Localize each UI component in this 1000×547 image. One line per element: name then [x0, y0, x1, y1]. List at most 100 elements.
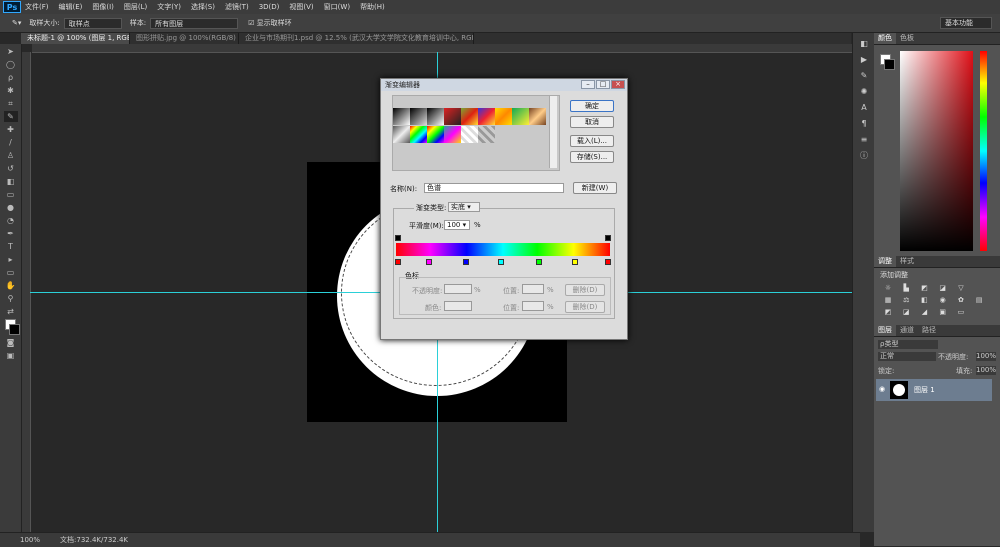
pen-tool-icon[interactable]: ✒: [4, 228, 18, 239]
layer-name[interactable]: 图层 1: [914, 385, 935, 395]
color-stop-red[interactable]: [395, 259, 401, 265]
photo-filter-icon[interactable]: ◉: [938, 296, 948, 304]
preset-fg-bg[interactable]: [393, 108, 410, 125]
quick-select-tool-icon[interactable]: ✱: [4, 85, 18, 96]
menu-window[interactable]: 窗口(W): [324, 2, 350, 12]
gradient-tool-icon[interactable]: ▭: [4, 189, 18, 200]
menu-file[interactable]: 文件(F): [25, 2, 49, 12]
color-lookup-icon[interactable]: ▤: [974, 296, 984, 304]
character-icon[interactable]: A: [858, 103, 870, 113]
curves-icon[interactable]: ◩: [919, 284, 929, 292]
show-ring-checkbox[interactable]: ☑ 显示取样环: [248, 18, 292, 28]
color-stop-red-end[interactable]: [605, 259, 611, 265]
healing-tool-icon[interactable]: ✚: [4, 124, 18, 135]
maximize-icon[interactable]: □: [596, 80, 610, 89]
background-color[interactable]: [8, 324, 20, 335]
color-balance-icon[interactable]: ⚖: [901, 296, 911, 304]
opacity-stop-right[interactable]: [605, 235, 611, 241]
posterize-icon[interactable]: ◪: [901, 308, 911, 316]
dodge-tool-icon[interactable]: ◔: [4, 215, 18, 226]
gradient-type-select[interactable]: 实底 ▾: [448, 202, 480, 212]
close-icon[interactable]: ×: [611, 80, 625, 89]
vibrance-icon[interactable]: ▽: [956, 284, 966, 292]
lasso-tool-icon[interactable]: ρ: [4, 72, 18, 83]
eyedropper-icon[interactable]: ✎▾: [12, 19, 21, 27]
preset-violet-orange[interactable]: [461, 108, 478, 125]
preset-blue-red-yellow[interactable]: [478, 108, 495, 125]
eraser-tool-icon[interactable]: ◧: [4, 176, 18, 187]
history-icon[interactable]: ◧: [858, 39, 870, 49]
preset-yellow-gold[interactable]: [495, 108, 512, 125]
preset-copper[interactable]: [529, 108, 546, 125]
name-input[interactable]: 色谱: [424, 183, 564, 193]
brush-preset-icon[interactable]: ✎: [858, 71, 870, 81]
menu-3d[interactable]: 3D(D): [259, 3, 280, 11]
eyedropper-tool-icon[interactable]: ✎: [3, 111, 18, 122]
brightness-icon[interactable]: ☼: [883, 284, 893, 292]
smoothness-input[interactable]: 100 ▾: [444, 220, 470, 230]
new-button[interactable]: 新建(W): [573, 182, 617, 194]
menu-filter[interactable]: 滤镜(T): [225, 2, 249, 12]
zoom-tool-icon[interactable]: ⚲: [4, 293, 18, 304]
brush-tool-icon[interactable]: /: [4, 137, 18, 148]
screen-mode-icon[interactable]: ▣: [4, 350, 18, 361]
layer-kind-filter[interactable]: ρ类型: [878, 340, 938, 349]
load-button[interactable]: 载入(L)...: [570, 135, 614, 147]
hand-tool-icon[interactable]: ✋: [4, 280, 18, 291]
tab-color[interactable]: 颜色: [874, 33, 896, 44]
history-brush-tool-icon[interactable]: ↺: [4, 163, 18, 174]
invert-icon[interactable]: ◩: [883, 308, 893, 316]
preset-spectrum[interactable]: [410, 126, 427, 143]
zoom-level[interactable]: 100%: [20, 536, 40, 544]
color-panel-background[interactable]: [884, 59, 895, 70]
tab-swatches[interactable]: 色板: [896, 33, 918, 44]
color-swatches[interactable]: [4, 319, 20, 335]
threshold-icon[interactable]: ◢: [919, 308, 929, 316]
swap-colors-icon[interactable]: ⇄: [4, 306, 18, 317]
gradient-map-icon[interactable]: ▭: [956, 308, 966, 316]
path-select-tool-icon[interactable]: ▸: [4, 254, 18, 265]
preset-green[interactable]: [512, 108, 529, 125]
preset-transparent-stripes[interactable]: [461, 126, 478, 143]
sample-size-select[interactable]: 取样点: [63, 17, 122, 29]
tab-layers[interactable]: 图层: [874, 325, 896, 336]
color-stop-green[interactable]: [536, 259, 542, 265]
channel-mixer-icon[interactable]: ✿: [956, 296, 966, 304]
preset-mixed[interactable]: [444, 126, 461, 143]
fill-input[interactable]: 100%: [976, 366, 996, 375]
selective-color-icon[interactable]: ▣: [938, 308, 948, 316]
levels-icon[interactable]: ▙: [901, 284, 911, 292]
bw-icon[interactable]: ◧: [919, 296, 929, 304]
quick-mask-icon[interactable]: ◙: [4, 337, 18, 348]
clone-source-icon[interactable]: ✺: [858, 87, 870, 97]
menu-image[interactable]: 图像(I): [92, 2, 114, 12]
save-button[interactable]: 存储(S)...: [570, 151, 614, 163]
stamp-tool-icon[interactable]: ♙: [4, 150, 18, 161]
minimize-icon[interactable]: –: [581, 80, 595, 89]
tab-untitled[interactable]: 未标题-1 @ 100% (图层 1, RGB/8) *: [21, 33, 130, 44]
menu-layer[interactable]: 图层(L): [124, 2, 147, 12]
preset-chrome[interactable]: [393, 126, 410, 143]
presets-scrollbar[interactable]: [549, 96, 557, 168]
shape-tool-icon[interactable]: ▭: [4, 267, 18, 278]
color-stop-yellow[interactable]: [572, 259, 578, 265]
opacity-stop-left[interactable]: [395, 235, 401, 241]
properties-icon[interactable]: ≡: [858, 135, 870, 145]
ok-button[interactable]: 确定: [570, 100, 614, 112]
type-tool-icon[interactable]: T: [4, 241, 18, 252]
color-stop-blue[interactable]: [463, 259, 469, 265]
preset-gray-stripes[interactable]: [478, 126, 495, 143]
visibility-eye-icon[interactable]: ◉: [879, 385, 885, 393]
opacity-input[interactable]: 100%: [976, 352, 996, 361]
menu-help[interactable]: 帮助(H): [360, 2, 385, 12]
tab-pattern[interactable]: 图形拼贴.jpg @ 100%(RGB/8): [130, 33, 239, 44]
sample-select[interactable]: 所有图层: [150, 17, 239, 29]
workspace-select[interactable]: 基本功能: [940, 17, 992, 29]
marquee-tool-icon[interactable]: ◯: [4, 59, 18, 70]
play-icon[interactable]: ▶: [858, 55, 870, 65]
menu-select[interactable]: 选择(S): [191, 2, 215, 12]
paragraph-icon[interactable]: ¶: [858, 119, 870, 129]
menu-view[interactable]: 视图(V): [289, 2, 313, 12]
hue-sat-icon[interactable]: ▦: [883, 296, 893, 304]
info-icon[interactable]: ⓘ: [858, 151, 870, 161]
